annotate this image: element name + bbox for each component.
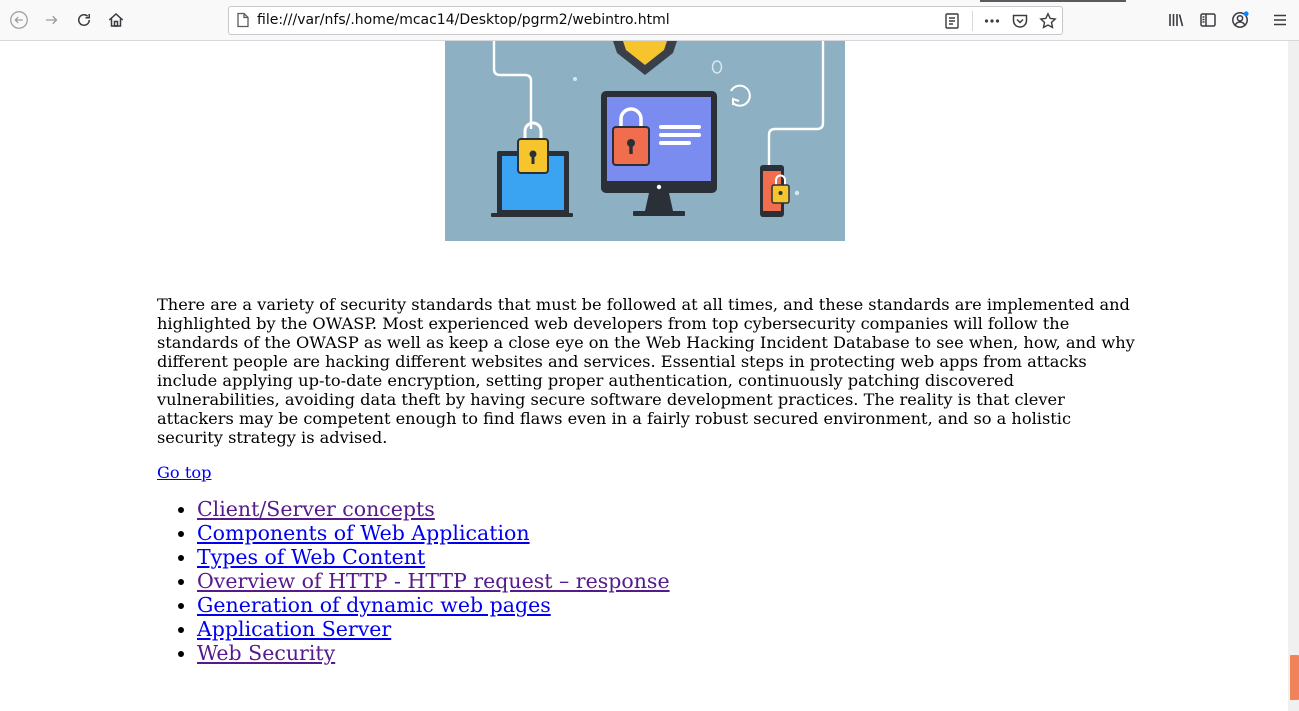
sidebar-icon[interactable] [1196,8,1220,32]
link-types-of-web-content[interactable]: Types of Web Content [197,545,425,569]
link-client-server-concepts[interactable]: Client/Server concepts [197,497,435,521]
go-top-link[interactable]: Go top [157,463,211,482]
topic-nav-list: Client/Server concepts Components of Web… [157,497,670,665]
list-item: Types of Web Content [197,545,670,569]
list-item: Application Server [197,617,670,641]
pocket-icon[interactable] [1011,12,1029,30]
page-info-icon[interactable] [235,12,251,28]
url-bar-divider [972,11,973,31]
bookmark-star-icon[interactable] [1039,12,1057,30]
url-bar[interactable]: file:///var/nfs/.home/mcac14/Desktop/pgr… [228,6,1063,35]
list-item: Overview of HTTP - HTTP request – respon… [197,569,670,593]
scrollbar-thumb[interactable] [1290,655,1299,700]
back-icon[interactable] [7,8,31,32]
list-item: Web Security [197,641,670,665]
web-security-illustration [445,41,845,241]
library-icon[interactable] [1164,8,1188,32]
home-icon[interactable] [104,8,128,32]
page-actions-icon[interactable] [983,12,1001,30]
menu-icon[interactable] [1268,8,1292,32]
page-content: There are a variety of security standard… [0,41,1288,711]
browser-toolbar: file:///var/nfs/.home/mcac14/Desktop/pgr… [0,0,1299,41]
reader-view-icon[interactable] [943,12,961,30]
link-generation-of-dynamic-web-pages[interactable]: Generation of dynamic web pages [197,593,551,617]
link-application-server[interactable]: Application Server [197,617,391,641]
url-text[interactable]: file:///var/nfs/.home/mcac14/Desktop/pgr… [257,12,670,28]
list-item: Client/Server concepts [197,497,670,521]
list-item: Components of Web Application [197,521,670,545]
link-overview-of-http[interactable]: Overview of HTTP - HTTP request – respon… [197,569,670,593]
reload-icon[interactable] [72,8,96,32]
active-tab-indicator [980,0,1126,2]
security-paragraph: There are a variety of security standard… [157,295,1135,447]
forward-icon[interactable] [40,8,64,32]
link-web-security[interactable]: Web Security [197,641,335,665]
account-icon[interactable] [1228,8,1252,32]
link-components-of-web-application[interactable]: Components of Web Application [197,521,530,545]
vertical-scrollbar[interactable] [1288,41,1299,711]
list-item: Generation of dynamic web pages [197,593,670,617]
